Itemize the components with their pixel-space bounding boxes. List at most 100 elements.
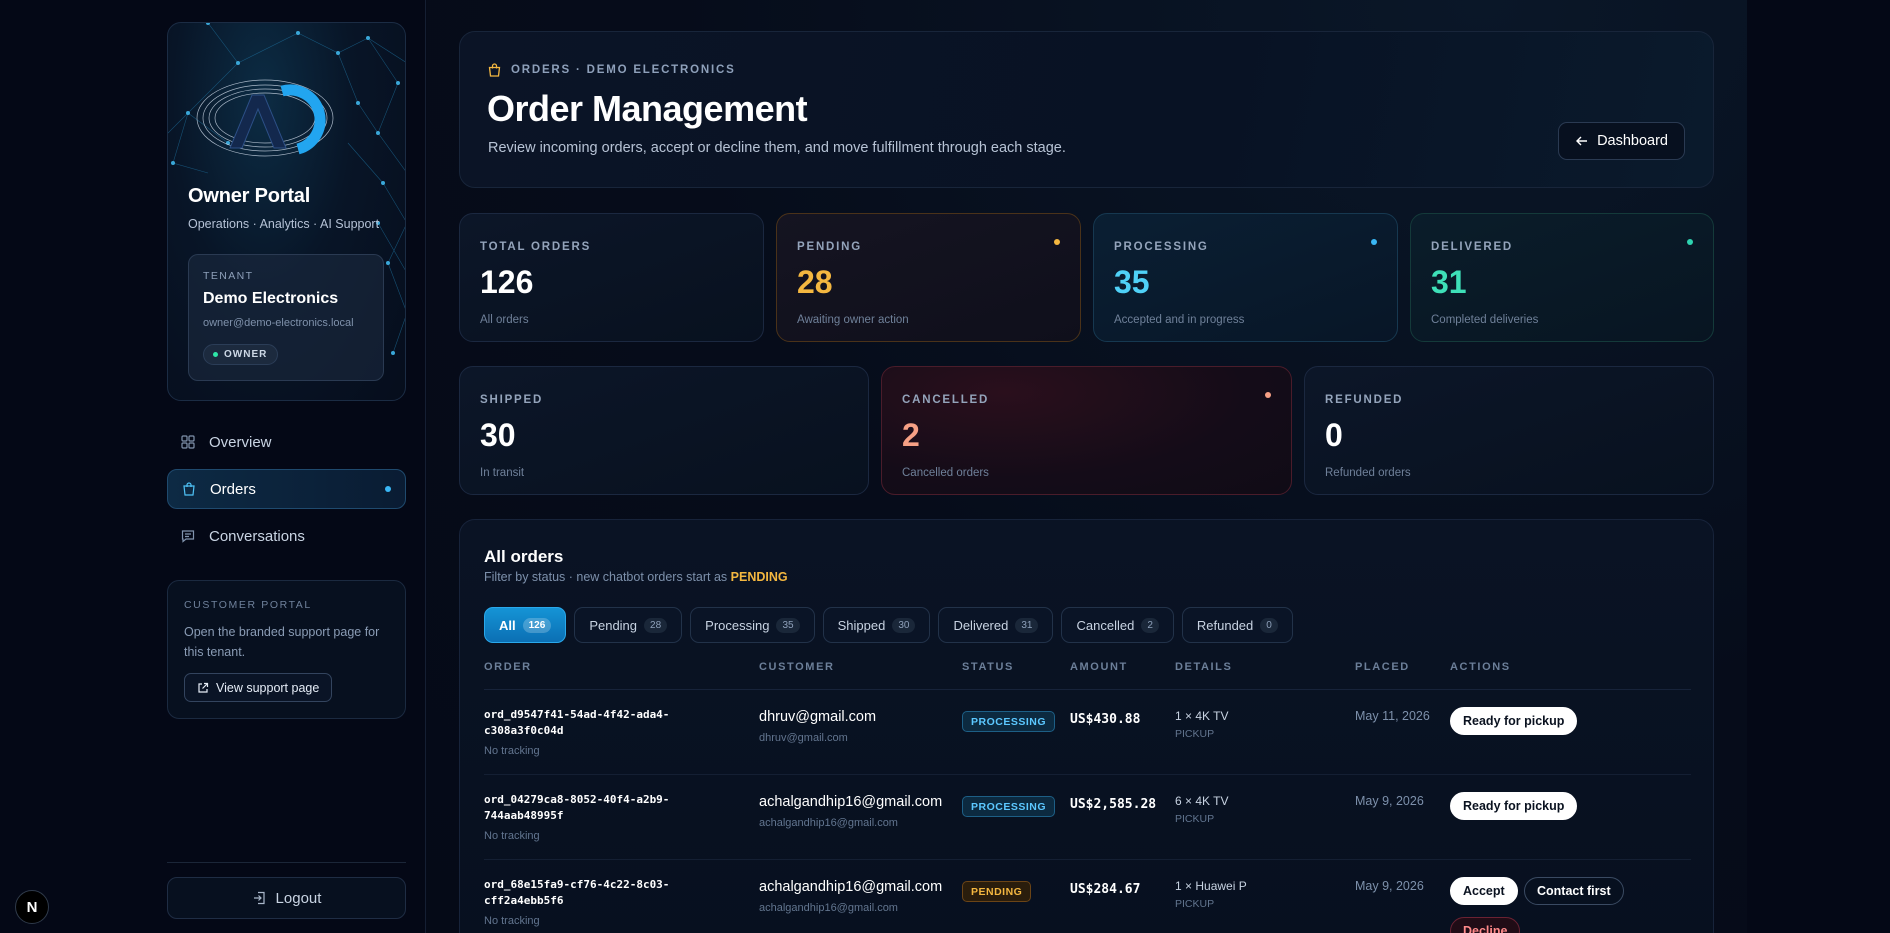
portal-subtitle: Operations · Analytics · AI Support <box>188 217 380 231</box>
dev-tools-badge[interactable]: N <box>15 890 49 924</box>
stat-refunded: REFUNDED 0 Refunded orders <box>1304 366 1714 495</box>
filter-label: Cancelled <box>1076 617 1135 633</box>
stat-value: 28 <box>797 264 833 300</box>
brand-logo <box>190 63 340 173</box>
decline-button[interactable]: Decline <box>1450 917 1521 933</box>
filter-label: Shipped <box>837 617 886 633</box>
stat-caption: Refunded orders <box>1325 467 1411 479</box>
order-id[interactable]: ord_d9547f41-54ad-4f42-ada4- c308a3f0c04… <box>484 707 684 739</box>
accept-button[interactable]: Accept <box>1450 877 1518 905</box>
logout-button[interactable]: Logout <box>167 877 406 919</box>
filter-shipped[interactable]: Shipped 30 <box>822 607 931 643</box>
customer-portal-label: CUSTOMER PORTAL <box>184 599 312 611</box>
filter-all[interactable]: All 126 <box>484 607 567 643</box>
filter-refunded[interactable]: Refunded 0 <box>1181 607 1293 643</box>
stat-label: CANCELLED <box>902 394 990 406</box>
placed-date: May 9, 2026 <box>1355 794 1424 808</box>
breadcrumb-text: ORDERS · DEMO ELECTRONICS <box>511 64 736 76</box>
filter-count: 0 <box>1260 617 1278 633</box>
column-header-customer: CUSTOMER <box>759 661 835 673</box>
filter-count: 31 <box>1015 617 1039 633</box>
filter-count: 28 <box>644 617 668 633</box>
order-id[interactable]: ord_68e15fa9-cf76-4c22-8c03- cff2a4ebb5f… <box>484 877 684 909</box>
orders-title: All orders <box>484 547 564 566</box>
customer-portal-text: Open the branded support page for this t… <box>184 625 380 659</box>
ready-for-pickup-button[interactable]: Ready for pickup <box>1450 707 1578 735</box>
filter-count: 126 <box>522 617 552 633</box>
placed-date: May 11, 2026 <box>1355 709 1430 723</box>
nav-item-conversations[interactable]: Conversations <box>167 516 406 556</box>
tenant-email: owner@demo-electronics.local <box>203 317 354 329</box>
nav-item-orders[interactable]: Orders <box>167 469 406 509</box>
nav-item-overview[interactable]: Overview <box>167 422 406 462</box>
logout-label: Logout <box>275 889 322 907</box>
status-dot <box>1687 239 1693 245</box>
tenant-name: Demo Electronics <box>203 290 339 307</box>
contact-first-button[interactable]: Contact first <box>1524 877 1624 905</box>
order-details: 6 × 4K TV <box>1175 794 1229 808</box>
order-details: 1 × Huawei P <box>1175 879 1247 893</box>
tracking-status: No tracking <box>484 745 540 757</box>
tracking-status: No tracking <box>484 830 540 842</box>
grid-icon <box>181 435 195 449</box>
dashboard-button-label: Dashboard <box>1597 133 1668 149</box>
status-dot <box>1371 239 1377 245</box>
fulfillment-type: PICKUP <box>1175 728 1215 740</box>
filter-label: Refunded <box>1196 617 1254 633</box>
filter-count: 30 <box>892 617 916 633</box>
stat-caption: Completed deliveries <box>1431 314 1539 326</box>
sidebar-divider <box>167 862 406 863</box>
stat-value: 31 <box>1431 264 1467 300</box>
stat-total-orders: TOTAL ORDERS 126 All orders <box>459 213 764 342</box>
column-header-status: STATUS <box>962 661 1014 673</box>
filter-pending[interactable]: Pending 28 <box>574 607 683 643</box>
tracking-status: No tracking <box>484 915 540 927</box>
filter-cancelled[interactable]: Cancelled 2 <box>1061 607 1174 643</box>
column-header-details: DETAILS <box>1175 661 1233 673</box>
order-details: 1 × 4K TV <box>1175 709 1229 723</box>
stat-label: PENDING <box>797 241 862 253</box>
ready-for-pickup-button[interactable]: Ready for pickup <box>1450 792 1578 820</box>
status-badge: PROCESSING <box>962 796 1056 817</box>
customer-name: dhruv@gmail.com <box>759 709 877 725</box>
stat-delivered: DELIVERED 31 Completed deliveries <box>1410 213 1714 342</box>
orders-subtitle: Filter by status · new chatbot orders st… <box>484 570 788 584</box>
stat-pending: PENDING 28 Awaiting owner action <box>776 213 1081 342</box>
customer-name: achalgandhip16@gmail.com <box>759 794 943 810</box>
role-badge: OWNER <box>203 344 279 365</box>
customer-portal-card: CUSTOMER PORTAL Open the branded support… <box>167 580 406 719</box>
customer-email: dhruv@gmail.com <box>759 732 848 744</box>
filter-delivered[interactable]: Delivered 31 <box>938 607 1054 643</box>
order-amount: US$284.67 <box>1070 882 1141 897</box>
status-dot <box>213 352 218 357</box>
column-header-placed: PLACED <box>1355 661 1410 673</box>
status-badge: PENDING <box>962 881 1032 902</box>
filter-label: Processing <box>705 617 770 633</box>
stat-shipped: SHIPPED 30 In transit <box>459 366 869 495</box>
view-support-page-label: View support page <box>216 680 320 695</box>
page-description: Review incoming orders, accept or declin… <box>488 140 1066 156</box>
stat-label: PROCESSING <box>1114 241 1209 253</box>
order-id[interactable]: ord_04279ca8-8052-40f4-a2b9- 744aab48995… <box>484 792 684 824</box>
filter-processing[interactable]: Processing 35 <box>690 607 815 643</box>
order-id-line: 744aab48995f <box>484 809 564 822</box>
table-row: ord_d9547f41-54ad-4f42-ada4- c308a3f0c04… <box>460 690 1713 775</box>
tenant-card: TENANT Demo Electronics owner@demo-elect… <box>188 254 384 381</box>
order-id-line: ord_04279ca8-8052-40f4-a2b9- <box>484 793 670 806</box>
stat-value: 35 <box>1114 264 1150 300</box>
filter-count: 2 <box>1141 617 1159 633</box>
status-dot <box>1265 392 1271 398</box>
stat-caption: Accepted and in progress <box>1114 314 1245 326</box>
status-dot <box>1054 239 1060 245</box>
dashboard-button[interactable]: Dashboard <box>1558 122 1685 160</box>
column-header-actions: ACTIONS <box>1450 661 1511 673</box>
nav-item-label: Overview <box>209 433 272 451</box>
column-header-order: ORDER <box>484 661 532 673</box>
fulfillment-type: PICKUP <box>1175 813 1215 825</box>
external-link-icon <box>198 682 209 693</box>
stat-processing: PROCESSING 35 Accepted and in progress <box>1093 213 1398 342</box>
view-support-page-button[interactable]: View support page <box>184 673 333 702</box>
tenant-label: TENANT <box>203 270 254 282</box>
order-amount: US$2,585.28 <box>1070 797 1157 812</box>
stat-caption: In transit <box>480 467 525 479</box>
